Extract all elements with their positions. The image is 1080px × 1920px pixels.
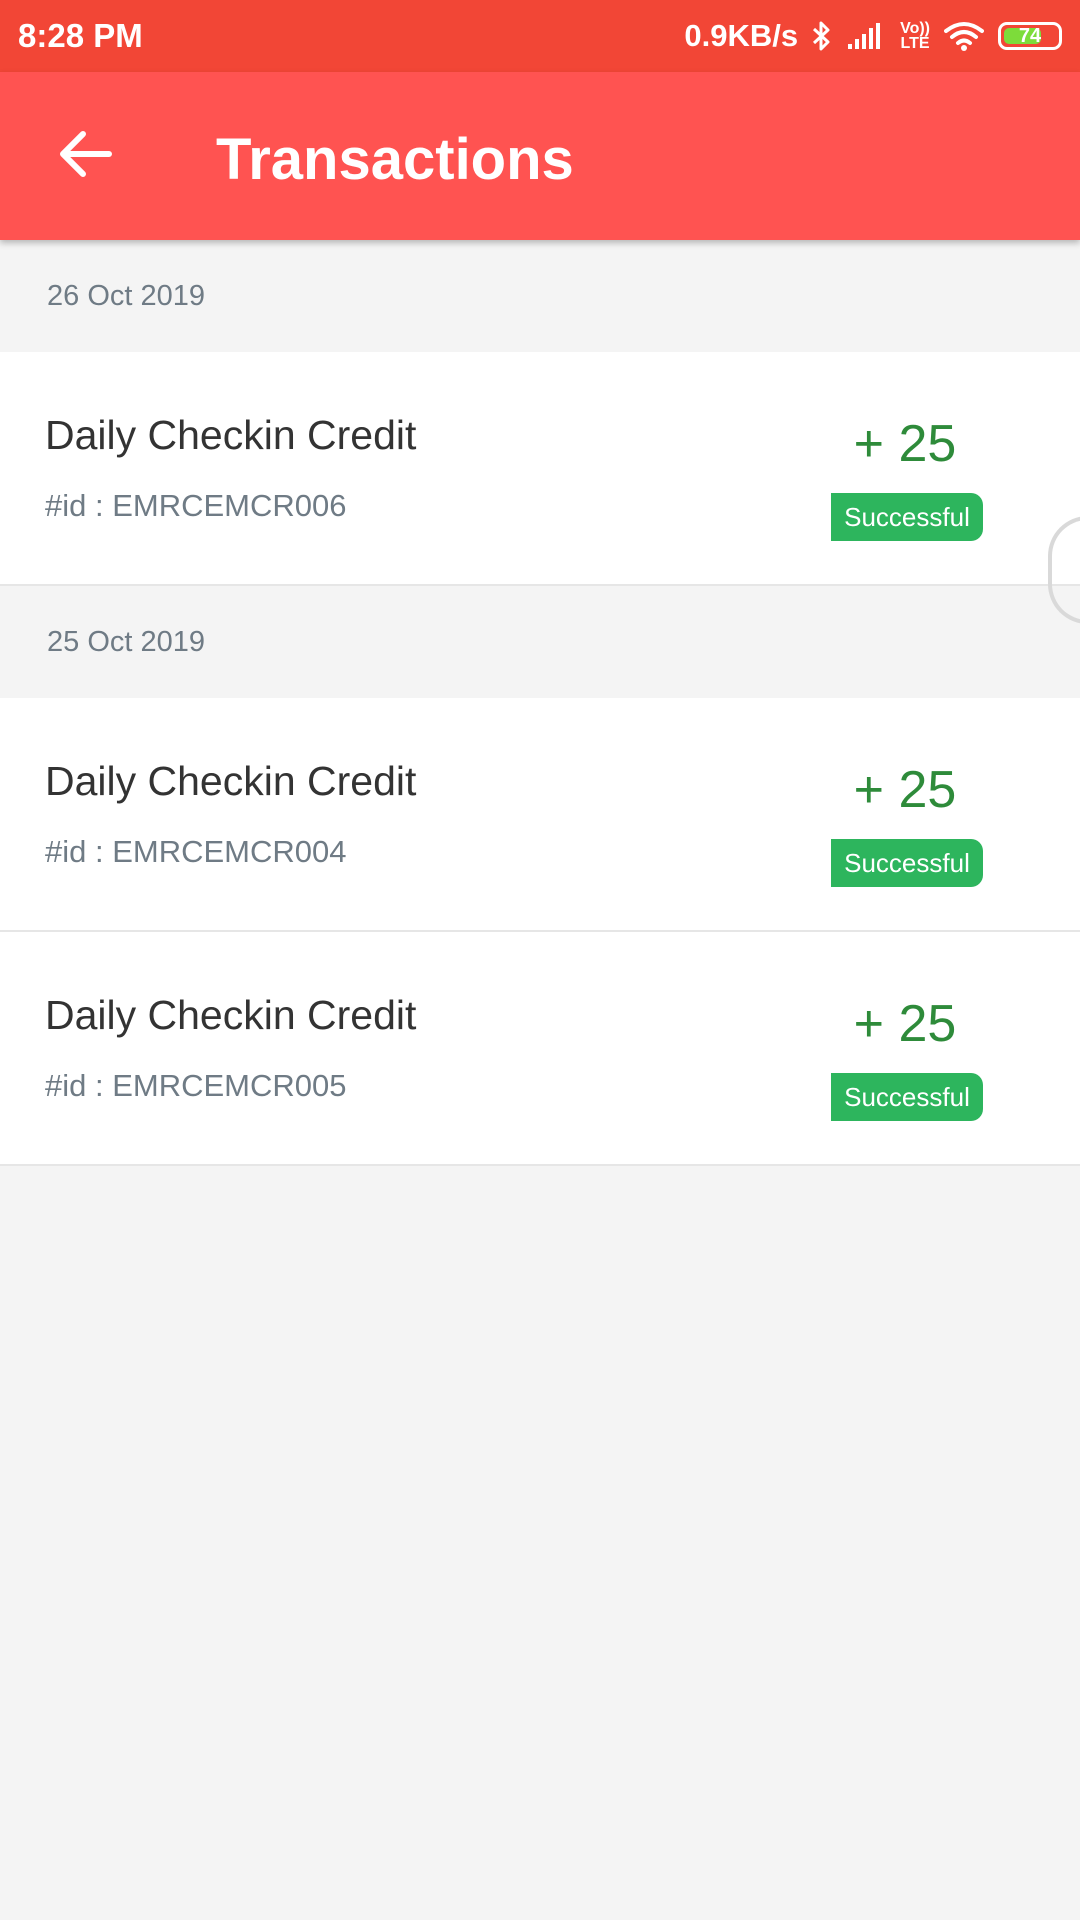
battery-level: 74 xyxy=(1018,24,1042,47)
transaction-row[interactable]: Daily Checkin Credit #id : EMRCEMCR006 +… xyxy=(0,352,1080,586)
transaction-amount: + 25 xyxy=(853,761,957,819)
transaction-amount: + 25 xyxy=(853,415,957,473)
status-bar: 8:28 PM 0.9KB/s Vo)) LTE 74 xyxy=(0,0,1080,72)
status-badge: Successful xyxy=(831,493,983,541)
date-header: 25 Oct 2019 xyxy=(0,586,1080,698)
volte-line2: LTE xyxy=(900,35,930,52)
transactions-list: 26 Oct 2019 Daily Checkin Credit #id : E… xyxy=(0,240,1080,1166)
status-time: 8:28 PM xyxy=(18,17,143,54)
date-header: 26 Oct 2019 xyxy=(0,240,1080,352)
transaction-title: Daily Checkin Credit xyxy=(45,992,417,1038)
transaction-id: #id : EMRCEMCR005 xyxy=(45,1068,347,1103)
status-badge: Successful xyxy=(831,1073,983,1121)
transaction-title: Daily Checkin Credit xyxy=(45,758,417,804)
transaction-row[interactable]: Daily Checkin Credit #id : EMRCEMCR004 +… xyxy=(0,698,1080,932)
page-title: Transactions xyxy=(216,127,574,192)
transaction-id: #id : EMRCEMCR004 xyxy=(45,834,347,869)
battery-icon: 74 xyxy=(998,22,1062,50)
signal-icon xyxy=(846,22,886,50)
volte-icon: Vo)) LTE xyxy=(900,20,930,52)
arrow-left-icon xyxy=(57,130,113,183)
screen: 8:28 PM 0.9KB/s Vo)) LTE 74 Transactions… xyxy=(0,0,1080,1920)
transaction-row[interactable]: Daily Checkin Credit #id : EMRCEMCR005 +… xyxy=(0,932,1080,1166)
transaction-title: Daily Checkin Credit xyxy=(45,412,417,458)
status-icons: 0.9KB/s Vo)) LTE 74 xyxy=(684,18,1062,54)
status-badge: Successful xyxy=(831,839,983,887)
bluetooth-icon xyxy=(812,20,832,52)
transaction-amount: + 25 xyxy=(853,995,957,1053)
wifi-icon xyxy=(944,21,984,51)
back-button[interactable] xyxy=(40,116,130,196)
network-speed: 0.9KB/s xyxy=(684,18,799,53)
transaction-id: #id : EMRCEMCR006 xyxy=(45,488,347,523)
app-bar: Transactions xyxy=(0,72,1080,240)
volte-line1: Vo)) xyxy=(900,20,930,37)
